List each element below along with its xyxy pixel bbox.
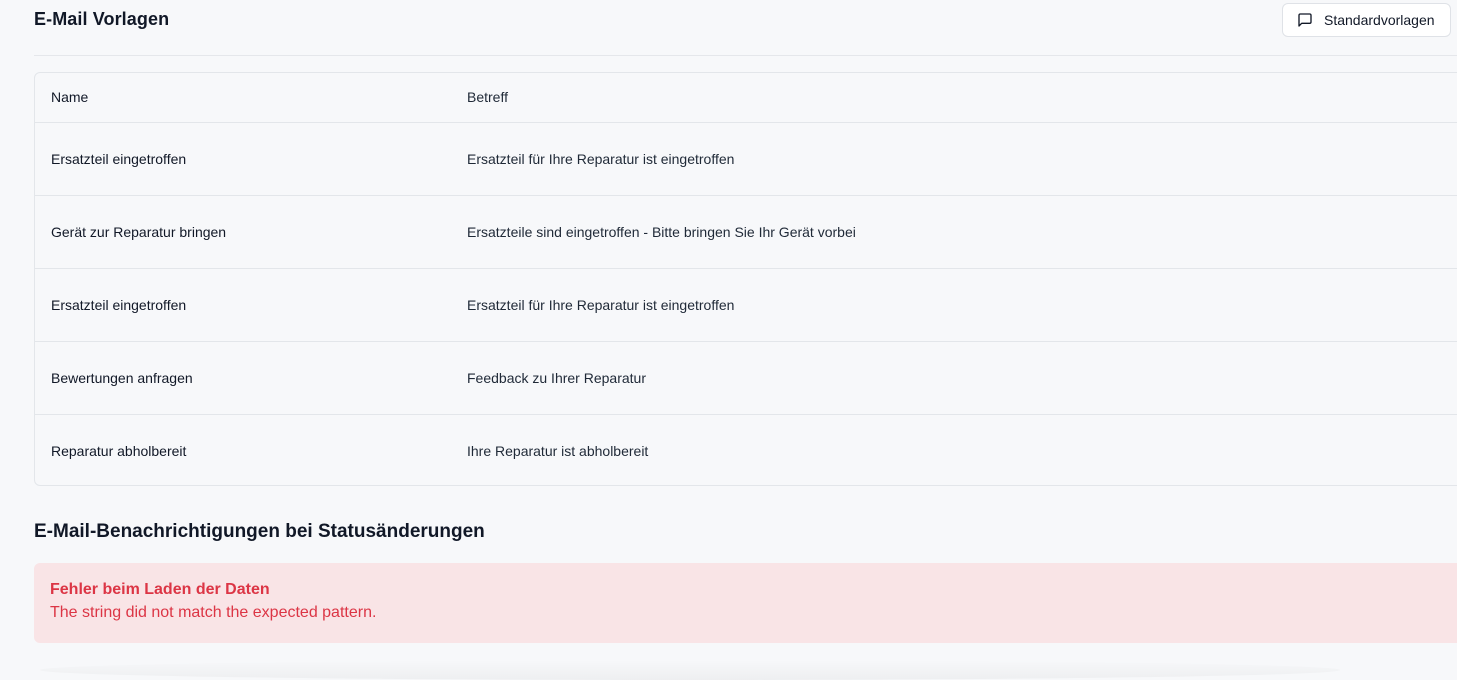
column-header-subject: Betreff (467, 89, 508, 105)
template-name: Reparatur abholbereit (51, 443, 187, 459)
template-name: Bewertungen anfragen (51, 370, 193, 386)
table-row[interactable]: Ersatzteil eingetroffen Ersatzteil für I… (35, 123, 1457, 196)
error-alert: Fehler beim Laden der Daten The string d… (34, 563, 1457, 643)
table-row[interactable]: Reparatur abholbereit Ihre Reparatur ist… (35, 415, 1457, 485)
template-subject: Feedback zu Ihrer Reparatur (467, 370, 646, 386)
header-divider (34, 55, 1457, 56)
template-name: Ersatzteil eingetroffen (51, 151, 187, 167)
table-row[interactable]: Ersatzteil eingetroffen Ersatzteil für I… (35, 269, 1457, 342)
page-title: E-Mail Vorlagen (34, 9, 170, 29)
template-subject: Ihre Reparatur ist abholbereit (467, 443, 649, 459)
standard-templates-label: Standardvorlagen (1324, 12, 1435, 28)
table-header: Name Betreff (35, 73, 1457, 123)
table-row[interactable]: Gerät zur Reparatur bringen Ersatzteile … (35, 196, 1457, 269)
standard-templates-button[interactable]: Standardvorlagen (1282, 3, 1451, 37)
template-subject: Ersatzteil für Ihre Reparatur ist einget… (467, 151, 735, 167)
error-title: Fehler beim Laden der Daten (50, 581, 270, 598)
table-row[interactable]: Bewertungen anfragen Feedback zu Ihrer R… (35, 342, 1457, 415)
notifications-section-title: E-Mail-Benachrichtigungen bei Statusände… (34, 521, 485, 542)
card-shadow-edge (40, 660, 1340, 680)
template-name: Ersatzteil eingetroffen (51, 297, 187, 313)
template-subject: Ersatzteile sind eingetroffen - Bitte br… (467, 224, 856, 240)
column-header-name: Name (51, 89, 89, 105)
template-subject: Ersatzteil für Ihre Reparatur ist einget… (467, 297, 735, 313)
template-name: Gerät zur Reparatur bringen (51, 224, 227, 240)
error-message: The string did not match the expected pa… (50, 604, 377, 621)
message-square-icon (1297, 12, 1313, 28)
email-templates-table: Name Betreff Ersatzteil eingetroffen Ers… (34, 72, 1457, 486)
